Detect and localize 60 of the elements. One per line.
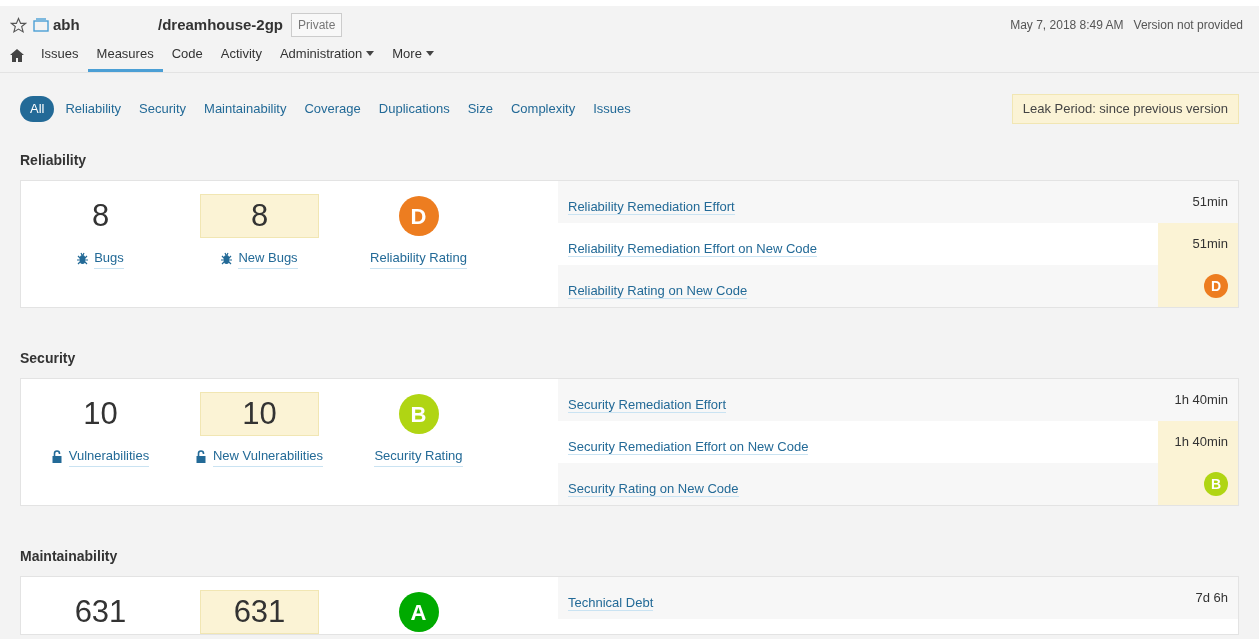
rating-badge: D bbox=[398, 196, 439, 236]
filter-tab[interactable]: Reliability bbox=[58, 96, 129, 122]
metric-value: 10 bbox=[242, 394, 277, 433]
metric-link[interactable]: Vulnerabilities bbox=[68, 446, 150, 467]
measure-value: 1h 40min bbox=[1174, 433, 1228, 448]
metric-value: 631 bbox=[233, 592, 286, 631]
section-heading: Maintainability bbox=[20, 547, 119, 566]
version-text: Version not provided bbox=[1133, 17, 1243, 34]
nav-tab[interactable]: Administration bbox=[270, 44, 384, 72]
metric-link[interactable]: New Bugs bbox=[238, 248, 298, 269]
filter-tab[interactable]: Security bbox=[132, 96, 194, 122]
organization-name[interactable]: abh bbox=[53, 13, 158, 37]
metric-link[interactable]: Bugs bbox=[94, 248, 124, 269]
measure-value: 51min bbox=[1192, 235, 1228, 250]
measure-value: 51min bbox=[1192, 193, 1228, 208]
private-badge: Private bbox=[291, 13, 343, 37]
folder-icon bbox=[33, 18, 49, 32]
measure-link[interactable]: Security Remediation Effort on New Code bbox=[568, 439, 809, 455]
filter-tab[interactable]: Duplications bbox=[371, 96, 457, 122]
rating-badge: A bbox=[398, 592, 439, 632]
home-icon[interactable] bbox=[10, 49, 24, 62]
filter-tab[interactable]: Complexity bbox=[503, 96, 583, 122]
project-name[interactable]: /dreamhouse-2gp bbox=[158, 13, 284, 37]
leak-period-badge: Leak Period: since previous version bbox=[1011, 94, 1239, 124]
rating-badge: D bbox=[1204, 274, 1228, 298]
bug-icon bbox=[77, 251, 89, 265]
measure-link[interactable]: Security Remediation Effort bbox=[568, 397, 726, 413]
measure-link[interactable]: Security Rating on New Code bbox=[568, 481, 739, 497]
section-heading: Reliability bbox=[20, 151, 88, 170]
analysis-date: May 7, 2018 8:49 AM bbox=[1010, 17, 1124, 34]
nav-tab[interactable]: More bbox=[383, 44, 443, 72]
measure-link[interactable]: Reliability Remediation Effort bbox=[568, 199, 735, 215]
measure-link[interactable]: Reliability Rating on New Code bbox=[568, 283, 748, 299]
metric-value: 631 bbox=[74, 592, 127, 631]
nav-tab[interactable]: Issues bbox=[32, 44, 88, 72]
filter-tab[interactable]: Maintainability bbox=[197, 96, 294, 122]
star-icon[interactable] bbox=[10, 16, 27, 34]
filter-tab[interactable]: Size bbox=[460, 96, 500, 122]
nav-tab[interactable]: Activity bbox=[211, 44, 271, 72]
metric-link[interactable]: Reliability Rating bbox=[370, 248, 467, 269]
metric-value: 8 bbox=[250, 196, 269, 235]
metric-link[interactable]: New Vulnerabilities bbox=[212, 446, 324, 467]
nav-tab[interactable]: Measures bbox=[87, 44, 163, 72]
unlocked-padlock-icon bbox=[195, 449, 207, 463]
metric-value: 8 bbox=[91, 196, 110, 235]
measure-link[interactable]: Technical Debt bbox=[568, 595, 654, 611]
section-heading: Security bbox=[20, 349, 77, 368]
filter-tab[interactable]: Issues bbox=[586, 96, 638, 122]
bug-icon bbox=[221, 251, 233, 265]
metric-value: 10 bbox=[83, 394, 118, 433]
unlocked-padlock-icon bbox=[51, 449, 63, 463]
measure-value: 1h 40min bbox=[1174, 391, 1228, 406]
filter-tab[interactable]: Coverage bbox=[297, 96, 368, 122]
rating-badge: B bbox=[1204, 472, 1228, 496]
measure-link[interactable]: Reliability Remediation Effort on New Code bbox=[568, 241, 818, 257]
rating-badge: B bbox=[398, 394, 439, 434]
measure-value: 7d 6h bbox=[1195, 589, 1228, 604]
nav-tab[interactable]: Code bbox=[162, 44, 212, 72]
filter-tab[interactable]: All bbox=[20, 96, 55, 122]
metric-link[interactable]: Security Rating bbox=[374, 446, 463, 467]
